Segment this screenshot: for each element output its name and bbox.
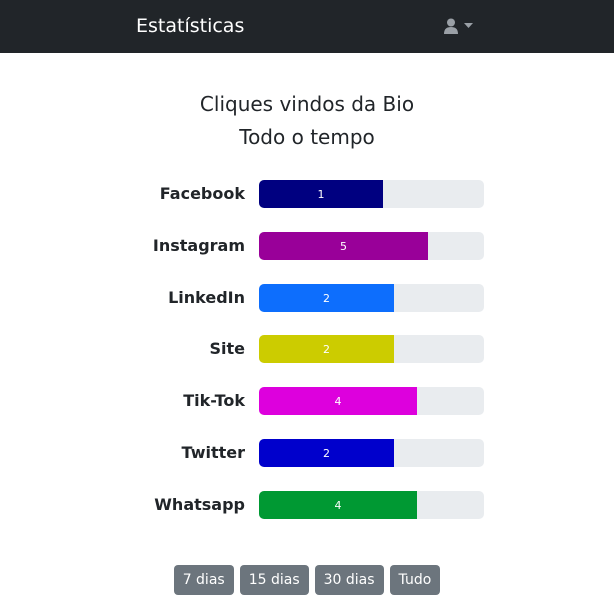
- bar-label: Twitter: [181, 443, 245, 462]
- bar-label: Whatsapp: [154, 495, 245, 514]
- bar-fill: 5: [259, 232, 428, 260]
- bar-row: Facebook 1: [0, 179, 614, 209]
- bar-value-label: 4: [334, 394, 342, 408]
- bar-fill: 4: [259, 491, 417, 519]
- bar-value-label: 2: [323, 342, 330, 356]
- bar-label: Tik-Tok: [183, 391, 245, 410]
- bar-track: 4: [259, 387, 484, 415]
- period-7-days-button[interactable]: 7 dias: [173, 565, 234, 595]
- bar-track: 5: [259, 232, 484, 260]
- bar-row: Site 2: [0, 334, 614, 364]
- bar-fill: 2: [259, 284, 394, 312]
- bar-row: Instagram 5: [0, 231, 614, 261]
- period-15-days-button[interactable]: 15 dias: [239, 565, 309, 595]
- bar-label: Site: [209, 339, 245, 358]
- bar-value-label: 5: [340, 239, 347, 253]
- bar-fill: 2: [259, 439, 394, 467]
- bar-track: 2: [259, 439, 484, 467]
- bar-fill: 2: [259, 335, 394, 363]
- bar-track: 1: [259, 180, 484, 208]
- bar-row: Whatsapp 4: [0, 490, 614, 520]
- bar-fill: 1: [259, 180, 383, 208]
- bar-track: 4: [259, 491, 484, 519]
- bar-fill: 4: [259, 387, 417, 415]
- period-30-days-button[interactable]: 30 dias: [314, 565, 384, 595]
- bar-label: Instagram: [152, 236, 245, 255]
- bar-value-label: 1: [317, 187, 325, 201]
- bar-label: LinkedIn: [168, 288, 245, 307]
- bar-row: Twitter 2: [0, 438, 614, 468]
- bar-label: Facebook: [159, 184, 245, 203]
- bar-value-label: 2: [323, 291, 330, 305]
- bar-row: LinkedIn 2: [0, 283, 614, 313]
- period-all-button[interactable]: Tudo: [389, 565, 441, 595]
- period-selector: 7 dias 15 dias 30 dias Tudo: [0, 565, 614, 595]
- bar-track: 2: [259, 335, 484, 363]
- bar-row: Tik-Tok 4: [0, 386, 614, 416]
- bar-track: 2: [259, 284, 484, 312]
- bar-chart: Facebook 1 Instagram 5 LinkedIn 2 Site 2 Tik-Tok…: [0, 0, 614, 614]
- bar-value-label: 4: [334, 498, 342, 512]
- bar-value-label: 2: [323, 446, 330, 460]
